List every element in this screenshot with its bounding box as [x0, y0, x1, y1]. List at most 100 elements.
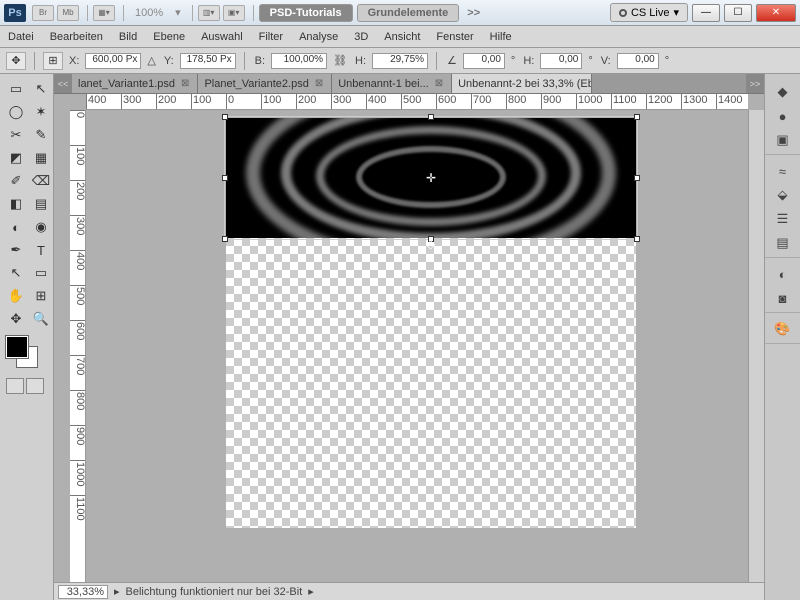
document-tab[interactable]: Unbenannt-2 bei 33,3% (Ebene 0, RGB/8) *… [452, 74, 592, 93]
x-field[interactable]: 600,00 Px [85, 53, 141, 69]
ruler-horizontal[interactable]: 4003002001000100200300400500600700800900… [86, 94, 748, 110]
zoom-level[interactable]: 100% [135, 7, 163, 19]
tab-close-icon[interactable]: ⊠ [313, 78, 325, 89]
panel-icon[interactable]: ◆ [772, 82, 794, 102]
width-field[interactable]: 100,00% [271, 53, 327, 69]
close-button[interactable]: ✕ [756, 4, 796, 22]
tool-5[interactable]: ✎ [29, 124, 53, 146]
tool-2[interactable]: ◯ [4, 101, 28, 123]
quickmask-button[interactable] [6, 378, 24, 394]
scrollbar-vertical[interactable] [748, 110, 764, 600]
status-arrow-icon[interactable]: ▸ [114, 585, 120, 598]
foreground-color[interactable] [6, 336, 28, 358]
handle-nw[interactable] [222, 114, 228, 120]
cs-live-button[interactable]: CS Live▾ [610, 3, 688, 22]
tool-6[interactable]: ◩ [4, 147, 28, 169]
menu-3d[interactable]: 3D [354, 31, 368, 43]
tool-12[interactable]: ◐ [4, 216, 28, 238]
menu-ansicht[interactable]: Ansicht [384, 31, 420, 43]
minimize-button[interactable]: — [692, 4, 720, 22]
menu-filter[interactable]: Filter [259, 31, 283, 43]
tool-8[interactable]: ✐ [4, 170, 28, 192]
tool-15[interactable]: T [29, 239, 53, 261]
panel-icon[interactable]: 🎨 [772, 319, 794, 339]
handle-ne[interactable] [634, 114, 640, 120]
panel-icon[interactable]: ◙ [772, 288, 794, 308]
transform-center-icon[interactable]: ✛ [424, 171, 438, 185]
menu-ebene[interactable]: Ebene [153, 31, 185, 43]
document-tab[interactable]: Unbenannt-1 bei... ⊠ [332, 74, 452, 93]
height-field[interactable]: 29,75% [372, 53, 428, 69]
panel-icon[interactable]: ◐ [772, 264, 794, 284]
screen-mode-button[interactable]: ▦▾ [93, 5, 115, 21]
ruler-vertical[interactable]: 010020030040050060070080090010001100 [70, 110, 86, 600]
y-field[interactable]: 178,50 Px [180, 53, 236, 69]
reference-point-icon[interactable]: ⊞ [43, 52, 63, 70]
tool-13[interactable]: ◉ [29, 216, 53, 238]
handle-w[interactable] [222, 175, 228, 181]
tool-0[interactable]: ▭ [4, 78, 28, 100]
grundelemente-button[interactable]: Grundelemente [357, 4, 460, 22]
transform-tool-icon[interactable]: ✥ [6, 52, 26, 70]
canvas-viewport[interactable]: ✛ ◇ [86, 110, 748, 600]
tool-1[interactable]: ↖ [29, 78, 53, 100]
handle-se[interactable] [634, 236, 640, 242]
maximize-button[interactable]: ☐ [724, 4, 752, 22]
bridge-button[interactable]: Br [32, 5, 54, 21]
color-swatches[interactable] [2, 336, 42, 372]
tool-7[interactable]: ▦ [29, 147, 53, 169]
arrange-button[interactable]: ▥▾ [198, 5, 220, 21]
tab-close-icon[interactable]: ⊠ [433, 78, 445, 89]
tab-label: Unbenannt-2 bei 33,3% (Ebene 0, RGB/8) * [458, 78, 592, 90]
menu-datei[interactable]: Datei [8, 31, 34, 43]
tool-20[interactable]: ✥ [4, 308, 28, 330]
panel-icon[interactable]: ▣ [772, 130, 794, 150]
tool-21[interactable]: 🔍 [29, 308, 53, 330]
hskew-field[interactable]: 0,00 [540, 53, 582, 69]
menu-analyse[interactable]: Analyse [299, 31, 338, 43]
panel-icon[interactable]: ● [772, 106, 794, 126]
layout-button[interactable]: ▣▾ [223, 5, 245, 21]
panel-icon[interactable]: ▤ [772, 233, 794, 253]
psd-tutorials-button[interactable]: PSD-Tutorials [259, 4, 353, 22]
tool-14[interactable]: ✒ [4, 239, 28, 261]
transform-bounding-box[interactable]: ✛ ◇ [224, 116, 638, 240]
tool-18[interactable]: ✋ [4, 285, 28, 307]
menu-hilfe[interactable]: Hilfe [490, 31, 512, 43]
tool-3[interactable]: ✶ [29, 101, 53, 123]
panel-icon[interactable]: ☰ [772, 209, 794, 229]
tool-10[interactable]: ◧ [4, 193, 28, 215]
menu-bearbeiten[interactable]: Bearbeiten [50, 31, 103, 43]
delta-icon[interactable]: △ [147, 54, 155, 67]
workspace-overflow[interactable]: >> [467, 7, 480, 19]
tabs-prev[interactable]: << [54, 74, 72, 93]
handle-sw[interactable] [222, 236, 228, 242]
menu-bild[interactable]: Bild [119, 31, 137, 43]
tool-19[interactable]: ⊞ [29, 285, 53, 307]
menu-auswahl[interactable]: Auswahl [201, 31, 243, 43]
link-icon[interactable]: ⛓ [333, 54, 347, 67]
tool-9[interactable]: ⌫ [29, 170, 53, 192]
transform-pivot-icon[interactable]: ◇ [426, 237, 435, 251]
document-tab[interactable]: Planet_Variante2.psd⊠ [198, 74, 332, 93]
panel-icon[interactable]: ≈ [772, 161, 794, 181]
status-arrow-icon[interactable]: ▸ [308, 585, 314, 598]
minibridge-button[interactable]: Mb [57, 5, 79, 21]
tool-4[interactable]: ✂ [4, 124, 28, 146]
rotation-field[interactable]: 0,00 [463, 53, 505, 69]
tool-11[interactable]: ▤ [29, 193, 53, 215]
tool-17[interactable]: ▭ [29, 262, 53, 284]
screenmode-button[interactable] [26, 378, 44, 394]
vskew-field[interactable]: 0,00 [617, 53, 659, 69]
menu-fenster[interactable]: Fenster [436, 31, 473, 43]
handle-e[interactable] [634, 175, 640, 181]
handle-n[interactable] [428, 114, 434, 120]
tool-16[interactable]: ↖ [4, 262, 28, 284]
tab-close-icon[interactable]: ⊠ [179, 78, 191, 89]
tab-label: Unbenannt-1 bei... [338, 78, 429, 90]
rotate-icon: ∠ [447, 54, 457, 67]
tabs-next[interactable]: >> [746, 74, 764, 93]
document-tab[interactable]: lanet_Variante1.psd⊠ [72, 74, 198, 93]
panel-icon[interactable]: ⬙ [772, 185, 794, 205]
status-zoom[interactable]: 33,33% [58, 585, 108, 599]
